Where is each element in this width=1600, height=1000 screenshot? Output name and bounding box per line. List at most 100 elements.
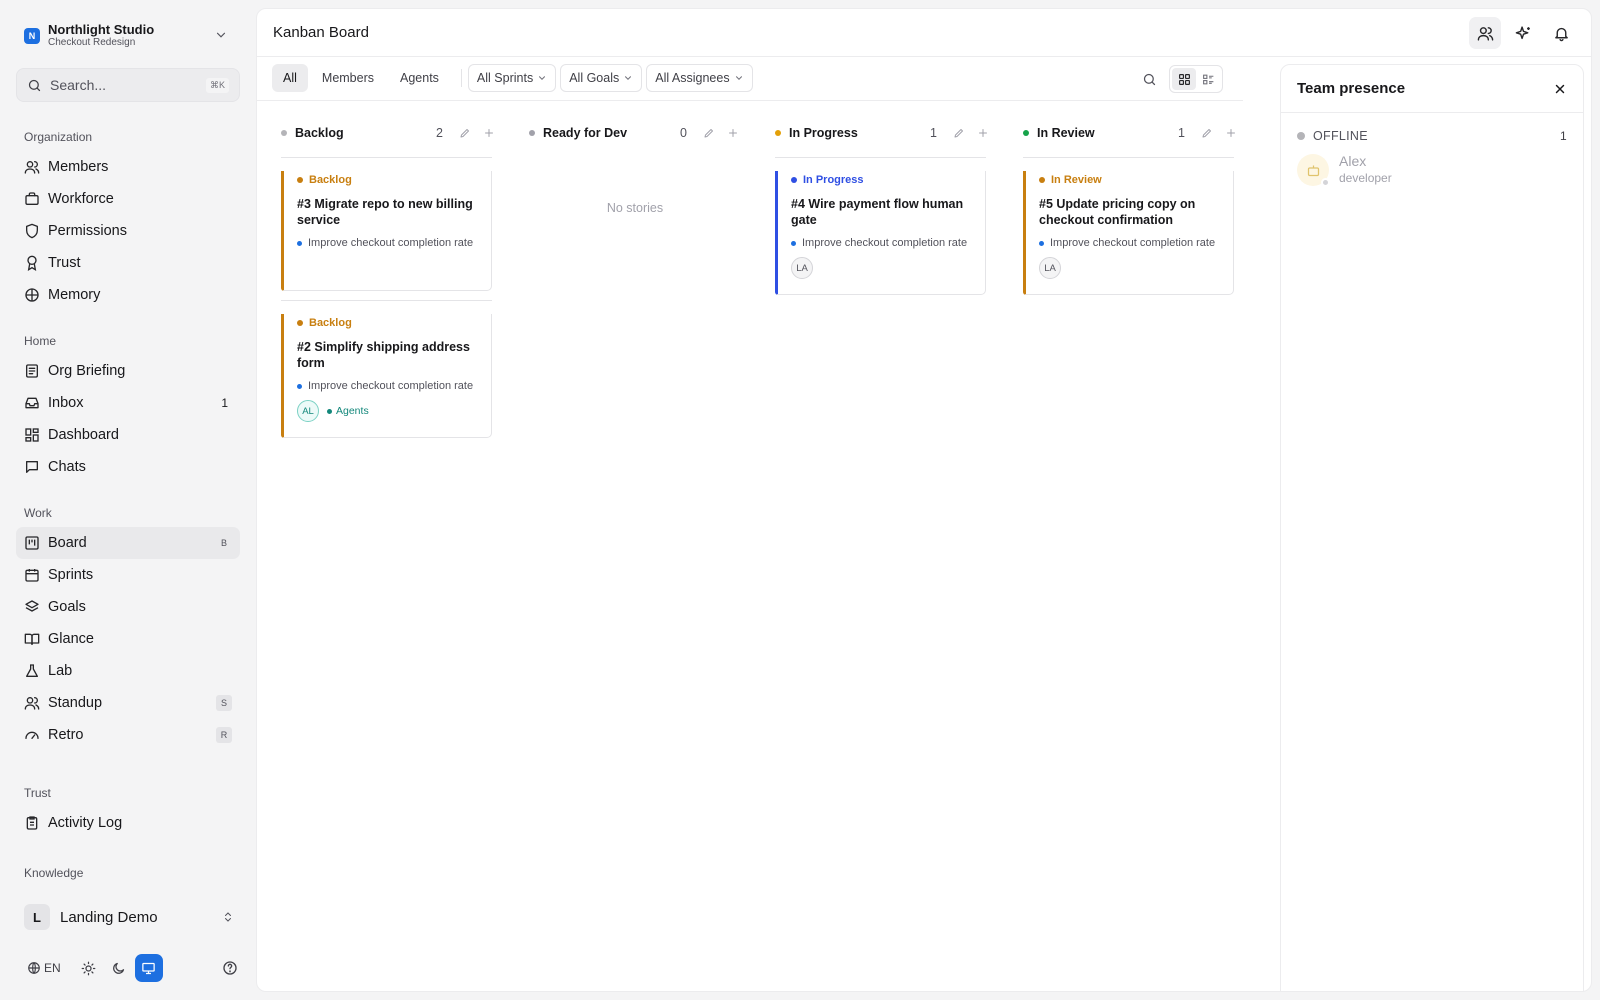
avatar — [1297, 154, 1330, 187]
segment-members[interactable]: Members — [310, 64, 386, 92]
shortcut-badge: R — [216, 727, 232, 743]
sidebar-item-retro[interactable]: Retro R — [16, 719, 240, 751]
sidebar-item-dashboard[interactable]: Dashboard — [16, 419, 240, 451]
story-card[interactable]: In Progress #4 Wire payment flow human g… — [775, 157, 986, 295]
nav-heading-trust: Trust — [24, 786, 51, 800]
nav-heading-work: Work — [24, 506, 52, 520]
sidebar-item-org-briefing[interactable]: Org Briefing — [16, 355, 240, 387]
card-top-edge — [281, 157, 492, 171]
tag-dot — [327, 408, 332, 414]
plus-icon[interactable] — [727, 127, 739, 139]
sidebar-item-label: Org Briefing — [48, 363, 126, 379]
sidebar-item-glance[interactable]: Glance — [16, 623, 240, 655]
sidebar-item-label: Permissions — [48, 223, 127, 239]
sidebar-item-inbox[interactable]: Inbox 1 — [16, 387, 240, 419]
close-icon[interactable] — [1553, 82, 1567, 96]
notifications-button[interactable] — [1545, 17, 1577, 49]
sidebar-item-trust[interactable]: Trust — [16, 247, 240, 279]
column-title: In Progress — [789, 126, 858, 140]
org-switcher[interactable]: N Northlight Studio Checkout Redesign — [16, 20, 236, 52]
search-icon[interactable] — [1142, 72, 1157, 87]
pencil-icon[interactable] — [1201, 127, 1213, 139]
segment-all[interactable]: All — [272, 64, 308, 92]
sidebar-item-workforce[interactable]: Workforce — [16, 183, 240, 215]
pencil-icon[interactable] — [953, 127, 965, 139]
sidebar-item-sprints[interactable]: Sprints — [16, 559, 240, 591]
avatar[interactable]: LA — [1039, 257, 1061, 279]
card-footer: LA — [1039, 257, 1219, 279]
sidebar-item-permissions[interactable]: Permissions — [16, 215, 240, 247]
system-theme-button[interactable] — [134, 954, 163, 982]
search-icon — [27, 78, 42, 93]
light-theme-button[interactable] — [75, 954, 103, 982]
sprint-filter-dropdown[interactable]: All Sprints — [467, 64, 557, 92]
tag-label: Agents — [336, 405, 369, 417]
language-label: EN — [44, 961, 61, 975]
presence-member[interactable]: Alex developer — [1281, 153, 1583, 187]
search-box[interactable]: ⌘K — [16, 68, 240, 102]
sidebar-item-activity-log[interactable]: Activity Log — [16, 807, 240, 839]
language-switcher[interactable]: EN — [24, 961, 61, 975]
presence-group-offline: OFFLINE 1 — [1281, 129, 1583, 143]
sidebar-item-memory[interactable]: Memory — [16, 279, 240, 311]
card-goal-text: Improve checkout completion rate — [308, 237, 474, 249]
sidebar-item-chats[interactable]: Chats — [16, 451, 240, 483]
sidebar-item-label: Standup — [48, 695, 103, 711]
card-goal: Improve checkout completion rate — [297, 380, 477, 392]
nav-heading-knowledge: Knowledge — [24, 866, 84, 880]
ai-assist-button[interactable] — [1507, 17, 1539, 49]
list-view-button[interactable] — [1196, 68, 1220, 90]
status-dot — [297, 320, 303, 326]
sidebar-item-label: Trust — [48, 255, 81, 271]
column-ready-for-dev: Ready for Dev 0 No stories — [525, 123, 745, 215]
avatar[interactable]: AL — [297, 400, 319, 422]
card-top-edge — [775, 157, 986, 171]
plus-icon[interactable] — [483, 127, 495, 139]
story-card[interactable]: In Review #5 Update pricing copy on chec… — [1023, 157, 1234, 295]
story-card[interactable]: Backlog #3 Migrate repo to new billing s… — [281, 157, 492, 291]
topbar: Kanban Board — [257, 9, 1591, 57]
card-goal-text: Improve checkout completion rate — [802, 237, 968, 249]
story-card[interactable]: Backlog #2 Simplify shipping address for… — [281, 300, 492, 438]
pencil-icon[interactable] — [703, 127, 715, 139]
nav-trust: Trust Activity Log — [16, 783, 240, 839]
goal-filter-dropdown[interactable]: All Goals — [560, 64, 643, 92]
gauge-icon — [24, 727, 40, 743]
search-input[interactable] — [50, 77, 190, 93]
card-title: #3 Migrate repo to new billing service — [297, 197, 473, 227]
divider — [460, 69, 462, 87]
goal-dot — [791, 240, 796, 246]
column-header: In Review 1 — [1023, 123, 1243, 143]
card-goal: Improve checkout completion rate — [1039, 237, 1219, 249]
workspace-switcher[interactable]: L Landing Demo — [24, 902, 240, 932]
sidebar-item-members[interactable]: Members — [16, 151, 240, 183]
chevron-down-icon[interactable] — [214, 28, 228, 42]
plus-icon[interactable] — [1225, 127, 1237, 139]
column-dot — [1023, 130, 1029, 136]
sidebar-item-lab[interactable]: Lab — [16, 655, 240, 687]
sidebar-bottom-bar: EN — [24, 954, 240, 982]
sidebar-item-label: Memory — [48, 287, 101, 303]
board-view-button[interactable] — [1172, 68, 1196, 90]
team-presence-button[interactable] — [1469, 17, 1501, 49]
brain-icon — [24, 287, 40, 303]
column-dot — [281, 130, 287, 136]
goal-dot — [1039, 240, 1044, 246]
monitor-icon — [141, 961, 156, 976]
sidebar-item-goals[interactable]: Goals — [16, 591, 240, 623]
sidebar-item-label: Goals — [48, 599, 86, 615]
plus-icon[interactable] — [977, 127, 989, 139]
sidebar-item-board[interactable]: Board B — [16, 527, 240, 559]
avatar[interactable]: LA — [791, 257, 813, 279]
project-name: Checkout Redesign — [48, 37, 136, 48]
column-backlog: Backlog 2 Backlog #3 Migrate repo to new… — [281, 123, 501, 438]
pencil-icon[interactable] — [459, 127, 471, 139]
inbox-icon — [24, 395, 40, 411]
segment-agents[interactable]: Agents — [388, 64, 451, 92]
column-header: Backlog 2 — [281, 123, 501, 143]
help-icon[interactable] — [222, 960, 238, 976]
assignee-filter-dropdown[interactable]: All Assignees — [646, 64, 753, 92]
bell-icon — [1553, 25, 1570, 42]
sidebar-item-standup[interactable]: Standup S — [16, 687, 240, 719]
dark-theme-button[interactable] — [105, 954, 133, 982]
